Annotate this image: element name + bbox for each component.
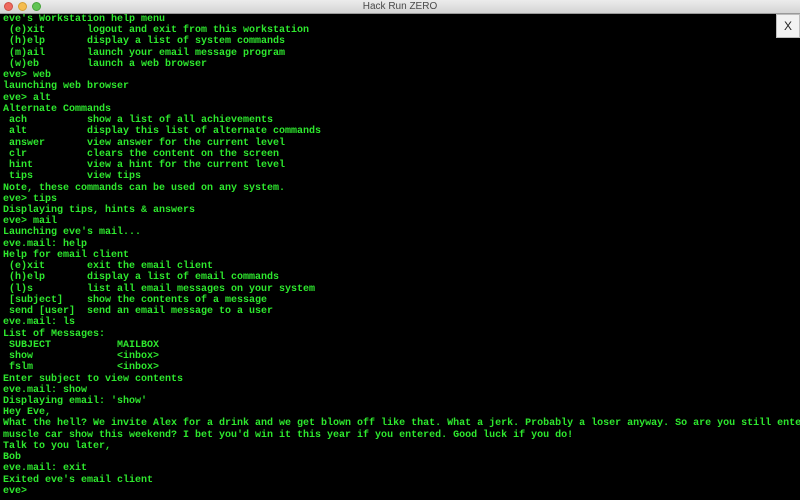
mail-subject: show xyxy=(3,351,34,363)
command-description: display this list of alternate commands xyxy=(87,126,322,138)
command-description: list all email messages on your system xyxy=(87,283,316,295)
mail-subject: SUBJECT xyxy=(3,339,52,351)
window-title: Hack Run ZERO xyxy=(362,1,438,12)
mail-subject: fslm xyxy=(3,362,34,374)
terminal-line: eve> web xyxy=(3,70,52,82)
terminal-line: eve.mail: exit xyxy=(3,463,88,475)
terminal-output[interactable]: eve's Workstation help menu (e)xit logout… xyxy=(3,14,800,500)
command-name: [subject] xyxy=(3,294,64,306)
command-description: send an email message to a user xyxy=(87,306,274,318)
command-help-row: tips view tips xyxy=(3,171,800,182)
terminal-line: eve.mail: ls xyxy=(3,317,76,329)
terminal-line: eve> alt xyxy=(3,92,52,104)
command-description: view tips xyxy=(87,171,142,183)
command-name: ach xyxy=(3,115,28,127)
command-description: show a list of all achievements xyxy=(87,115,274,127)
terminal-line: Displaying tips, hints & answers xyxy=(3,204,196,216)
terminal-line: Exited eve's email client xyxy=(3,474,154,486)
command-description: display a list of system commands xyxy=(87,36,286,48)
command-description: view answer for the current level xyxy=(87,137,286,149)
terminal-line: Bob xyxy=(3,452,22,464)
command-name: tips xyxy=(3,171,34,183)
terminal-line: What the hell? We invite Alex for a drin… xyxy=(3,418,800,430)
command-name: alt xyxy=(3,126,28,138)
terminal-line: Talk to you later, xyxy=(3,440,112,452)
command-description: display a list of email commands xyxy=(87,272,280,284)
terminal-line: eve.mail: help xyxy=(3,238,88,250)
terminal-line: Help for email client xyxy=(3,249,130,261)
command-help-row: answer view answer for the current level xyxy=(3,138,800,149)
command-description: show the contents of a message xyxy=(87,294,268,306)
command-help-row: [subject] show the contents of a message xyxy=(3,295,800,306)
command-name: clr xyxy=(3,148,28,160)
command-name: hint xyxy=(3,160,34,172)
command-description: view a hint for the current level xyxy=(87,160,286,172)
command-help-row: alt display this list of alternate comman… xyxy=(3,126,800,137)
terminal-line: Note, these commands can be used on any … xyxy=(3,182,286,194)
terminal-line: List of Messages: xyxy=(3,328,106,340)
command-help-row: (h)elp display a list of email commands xyxy=(3,272,800,283)
command-description: launch your email message program xyxy=(87,47,286,59)
command-help-row: send [user] send an email message to a us… xyxy=(3,306,800,317)
terminal-line: Hey Eve, xyxy=(3,407,52,419)
terminal-line: Enter subject to view contents xyxy=(3,373,184,385)
mail-list-row: fslm <inbox> xyxy=(3,362,800,373)
mail-mailbox: MAILBOX xyxy=(117,339,160,351)
mail-list-row: SUBJECT MAILBOX xyxy=(3,340,800,351)
terminal-line: muscle car show this weekend? I bet you'… xyxy=(3,429,574,441)
terminal-line: Launching eve's mail... xyxy=(3,227,142,239)
terminal-line: eve's Workstation help menu xyxy=(3,14,166,25)
command-name: (h)elp xyxy=(3,36,46,48)
command-name: (l)s xyxy=(3,283,34,295)
command-name: (e)xit xyxy=(3,261,46,273)
command-help-row: ach show a list of all achievements xyxy=(3,115,800,126)
command-help-row: (m)ail launch your email message program xyxy=(3,48,800,59)
command-description: exit the email client xyxy=(87,261,214,273)
command-name: (m)ail xyxy=(3,47,46,59)
command-description: launch a web browser xyxy=(87,58,208,70)
command-name: send [user] xyxy=(3,306,76,318)
mail-mailbox: <inbox> xyxy=(117,351,160,363)
command-help-row: clr clears the content on the screen xyxy=(3,149,800,160)
command-name: (h)elp xyxy=(3,272,46,284)
command-help-row: (e)xit logout and exit from this workstat… xyxy=(3,25,800,36)
command-name: answer xyxy=(3,137,46,149)
terminal-line: Displaying email: 'show' xyxy=(3,395,148,407)
mail-mailbox: <inbox> xyxy=(117,362,160,374)
terminal-line: Alternate Commands xyxy=(3,103,112,115)
command-help-row: (l)s list all email messages on your syst… xyxy=(3,284,800,295)
command-description: clears the content on the screen xyxy=(87,148,280,160)
command-name: (e)xit xyxy=(3,25,46,37)
mail-list-row: show <inbox> xyxy=(3,351,800,362)
close-button[interactable]: X xyxy=(776,14,800,38)
command-description: logout and exit from this workstation xyxy=(87,25,310,37)
terminal-line: eve> mail xyxy=(3,216,58,228)
title-bar: Hack Run ZERO xyxy=(0,0,800,14)
command-help-row: hint view a hint for the current level xyxy=(3,160,800,171)
command-prompt[interactable]: eve> xyxy=(3,486,800,497)
terminal-line: launching web browser xyxy=(3,81,130,93)
terminal-line: eve> tips xyxy=(3,193,58,205)
terminal-line: eve.mail: show xyxy=(3,384,88,396)
command-name: (w)eb xyxy=(3,58,40,70)
command-help-row: (w)eb launch a web browser xyxy=(3,59,800,70)
command-help-row: (h)elp display a list of system commands xyxy=(3,36,800,47)
command-help-row: (e)xit exit the email client xyxy=(3,261,800,272)
